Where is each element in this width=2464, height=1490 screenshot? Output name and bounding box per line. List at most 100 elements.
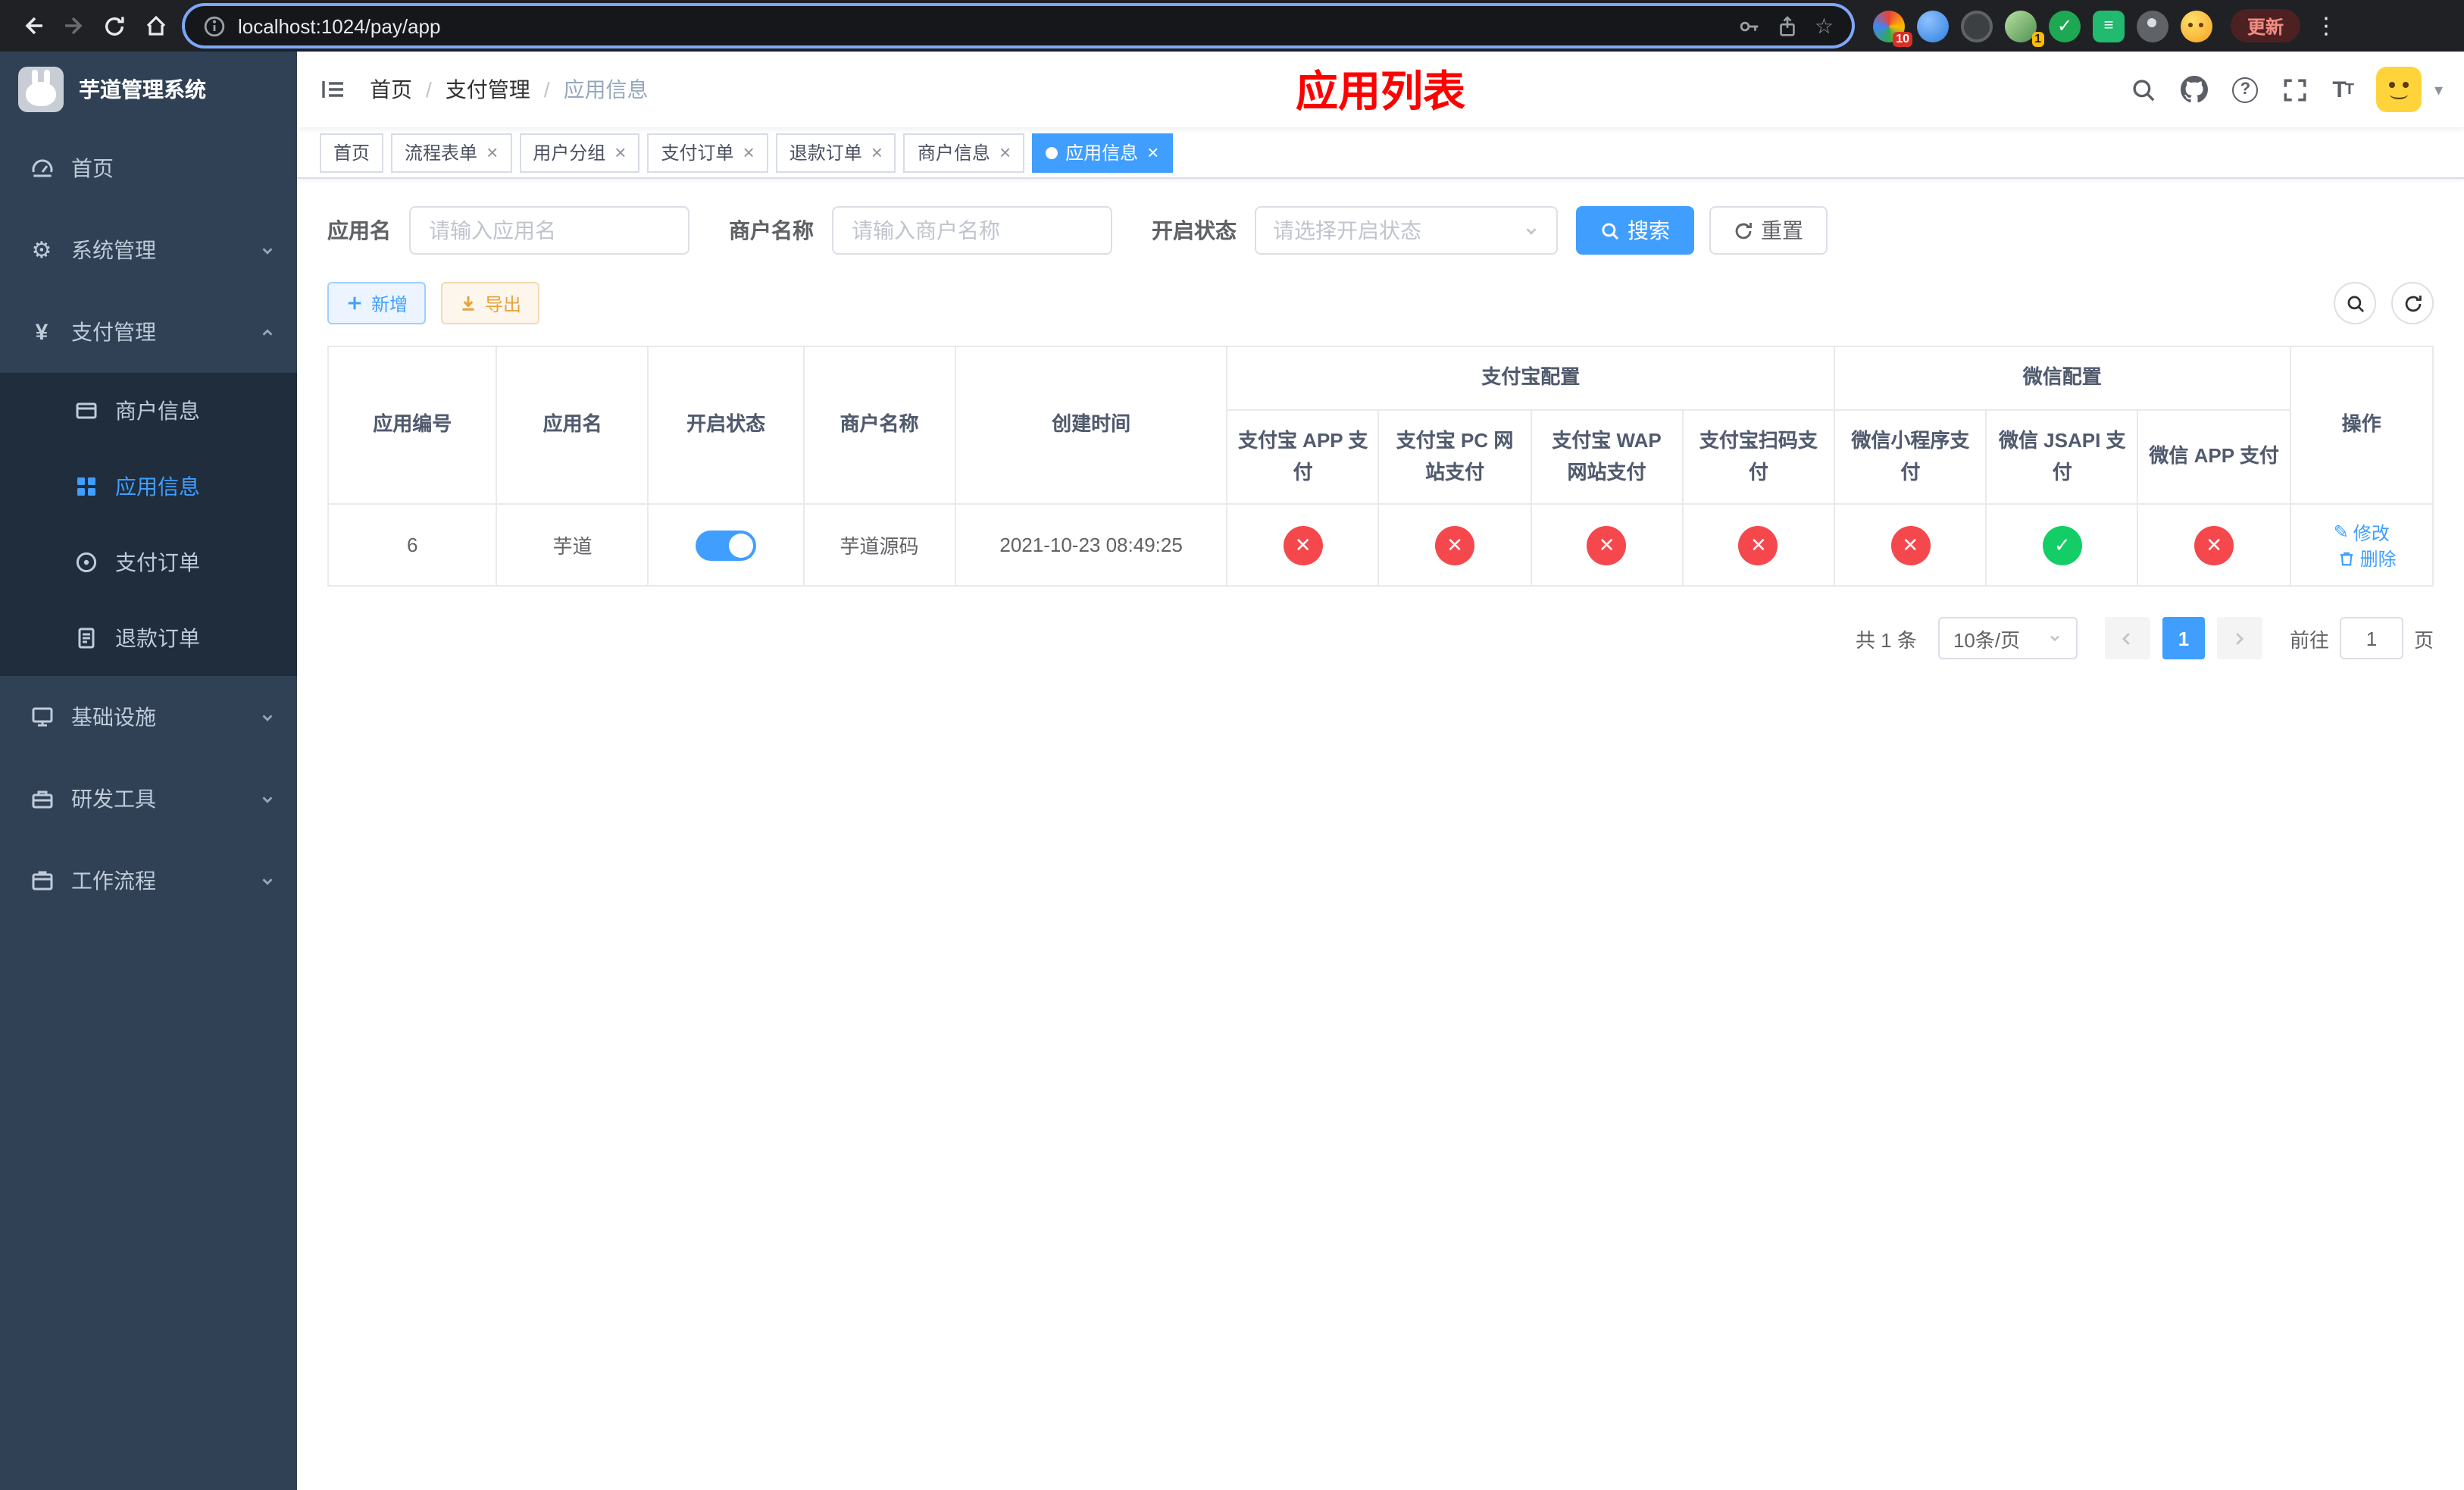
page-number-current[interactable]: 1 — [2162, 617, 2205, 659]
sidebar-toggle-button[interactable] — [297, 52, 370, 127]
gear-icon: ⚙ — [31, 238, 52, 264]
merchant-name-input[interactable] — [832, 206, 1112, 255]
help-button[interactable]: ? — [2232, 77, 2259, 102]
edit-link[interactable]: ✎ 修改 — [2334, 519, 2390, 545]
fullscreen-button[interactable] — [2282, 77, 2308, 102]
app-name-input[interactable] — [409, 206, 689, 255]
browser-menu-icon[interactable]: ⋮ — [2312, 12, 2340, 39]
close-icon[interactable]: × — [1147, 142, 1159, 162]
close-icon[interactable]: × — [614, 142, 626, 162]
add-button[interactable]: 新增 — [327, 282, 427, 324]
table-row: 6 芋道 芋道源码 2021-10-23 08:49:25 ✕ ✕ ✕ ✕ ✕ … — [327, 503, 2434, 587]
delete-link[interactable]: 删除 — [2339, 545, 2397, 571]
status-select[interactable]: 请选择开启状态 — [1255, 206, 1558, 255]
reload-icon — [105, 16, 124, 35]
bookmark-star-icon[interactable]: ☆ — [1815, 15, 1834, 36]
page-size-select[interactable]: 10条/页 — [1937, 617, 2078, 659]
wechat-jsapi-status-icon: ✓ — [2042, 525, 2082, 565]
reload-button[interactable] — [94, 5, 135, 46]
tab-user-group[interactable]: 用户分组 × — [519, 133, 640, 172]
app-brand[interactable]: 芋道管理系统 — [0, 52, 297, 127]
extension-drop-icon[interactable] — [1917, 10, 1949, 42]
tab-process-form[interactable]: 流程表单 × — [391, 133, 512, 172]
home-button[interactable] — [135, 5, 176, 46]
sidebar-item-pay-order[interactable]: 支付订单 — [0, 524, 297, 600]
sidebar-item-infrastructure[interactable]: 基础设施 — [0, 676, 297, 758]
navbar-actions: ? TT ▾ — [2131, 67, 2464, 112]
password-key-icon[interactable] — [1739, 14, 1762, 37]
sidebar-item-label: 系统管理 — [71, 238, 156, 262]
prev-page-button[interactable] — [2104, 617, 2150, 659]
avatar-emoji-icon — [2376, 67, 2422, 112]
status-toggle[interactable] — [696, 530, 757, 560]
extension-book-icon[interactable]: ≡ — [2093, 10, 2125, 42]
next-page-button[interactable] — [2216, 617, 2262, 659]
share-icon[interactable] — [1777, 14, 1800, 37]
extension-check-icon[interactable]: ✓ — [2049, 10, 2081, 42]
forward-button[interactable] — [53, 5, 94, 46]
sidebar-item-app-info[interactable]: 应用信息 — [0, 449, 297, 524]
browser-update-button[interactable]: 更新 — [2231, 9, 2301, 42]
site-info-icon[interactable] — [203, 14, 226, 37]
toolbox-icon — [29, 787, 55, 811]
breadcrumb-item[interactable]: 首页 — [370, 74, 412, 105]
header-search-button[interactable] — [2131, 77, 2156, 102]
reset-button[interactable]: 重置 — [1709, 206, 1828, 255]
col-header-actions: 操作 — [2289, 346, 2434, 505]
close-icon[interactable]: × — [486, 142, 498, 162]
tab-merchant-info[interactable]: 商户信息 × — [903, 133, 1025, 172]
chevron-down-icon — [1526, 227, 1537, 234]
tab-pay-order[interactable]: 支付订单 × — [647, 133, 768, 172]
document-icon — [73, 626, 98, 650]
sidebar-item-merchant-info[interactable]: 商户信息 — [0, 373, 297, 449]
export-button[interactable]: 导出 — [441, 282, 540, 324]
status-label: 开启状态 — [1152, 218, 1237, 243]
sidebar-item-workflow[interactable]: 工作流程 — [0, 840, 297, 922]
close-icon[interactable]: × — [999, 142, 1011, 162]
delete-icon — [2340, 551, 2353, 565]
tab-label: 用户分组 — [533, 142, 606, 164]
goto-page-input[interactable] — [2339, 617, 2403, 659]
sidebar-item-payment[interactable]: ¥ 支付管理 — [0, 291, 297, 373]
extension-pin-icon[interactable] — [2137, 10, 2169, 42]
sidebar-item-label: 工作流程 — [71, 869, 156, 893]
refresh-icon — [1735, 221, 1752, 239]
tab-home[interactable]: 首页 — [320, 133, 384, 172]
sidebar-item-label: 退款订单 — [115, 626, 200, 650]
breadcrumb-separator: / — [543, 77, 550, 102]
sidebar-item-refund-order[interactable]: 退款订单 — [0, 600, 297, 676]
github-link[interactable] — [2181, 76, 2209, 103]
extension-emoji-icon[interactable] — [2181, 10, 2212, 42]
sidebar-item-label: 应用信息 — [115, 474, 200, 499]
breadcrumb-item[interactable]: 支付管理 — [446, 74, 530, 105]
url-text[interactable]: localhost:1024/pay/app — [238, 14, 1727, 37]
font-size-button[interactable]: TT — [2332, 77, 2354, 102]
toggle-search-button[interactable] — [2334, 282, 2376, 324]
extension-colorful-icon[interactable]: 10 — [1873, 10, 1912, 46]
sidebar-item-dev-tools[interactable]: 研发工具 — [0, 758, 297, 840]
avatar[interactable] — [2376, 67, 2422, 112]
col-header-alipay-app: 支付宝 APP 支付 — [1226, 409, 1380, 505]
wechat-mini-status-icon: ✕ — [1890, 525, 1931, 565]
pagination: 共 1 条 10条/页 1 前往 页 — [327, 617, 2434, 659]
github-icon — [2181, 76, 2209, 103]
caret-down-icon[interactable]: ▾ — [2434, 80, 2443, 99]
total-count: 共 1 条 — [1856, 628, 1917, 651]
table-toolbar: 新增 导出 — [327, 282, 2434, 324]
col-header-alipay-wap: 支付宝 WAP 网站支付 — [1530, 409, 1684, 505]
close-icon[interactable]: × — [871, 142, 883, 162]
sidebar: 芋道管理系统 首页 ⚙ 系统管理 ¥ 支付管理 商户信息 应用信息 支付订单 退… — [0, 52, 297, 1490]
address-bar[interactable]: localhost:1024/pay/app ☆ — [185, 6, 1852, 45]
sidebar-item-system[interactable]: ⚙ 系统管理 — [0, 209, 297, 291]
refresh-icon — [2404, 294, 2421, 311]
back-button[interactable] — [12, 5, 53, 46]
tab-app-info-active[interactable]: 应用信息 × — [1032, 133, 1173, 172]
sidebar-item-home[interactable]: 首页 — [0, 127, 297, 209]
tab-refund-order[interactable]: 退款订单 × — [775, 133, 896, 172]
extension-dark-icon[interactable] — [1961, 10, 1993, 42]
search-button[interactable]: 搜索 — [1576, 206, 1694, 255]
extension-avatar-icon[interactable]: 1 — [2005, 10, 2044, 46]
refresh-table-button[interactable] — [2391, 282, 2434, 324]
close-icon[interactable]: × — [743, 142, 755, 162]
chevron-down-icon — [259, 709, 276, 725]
